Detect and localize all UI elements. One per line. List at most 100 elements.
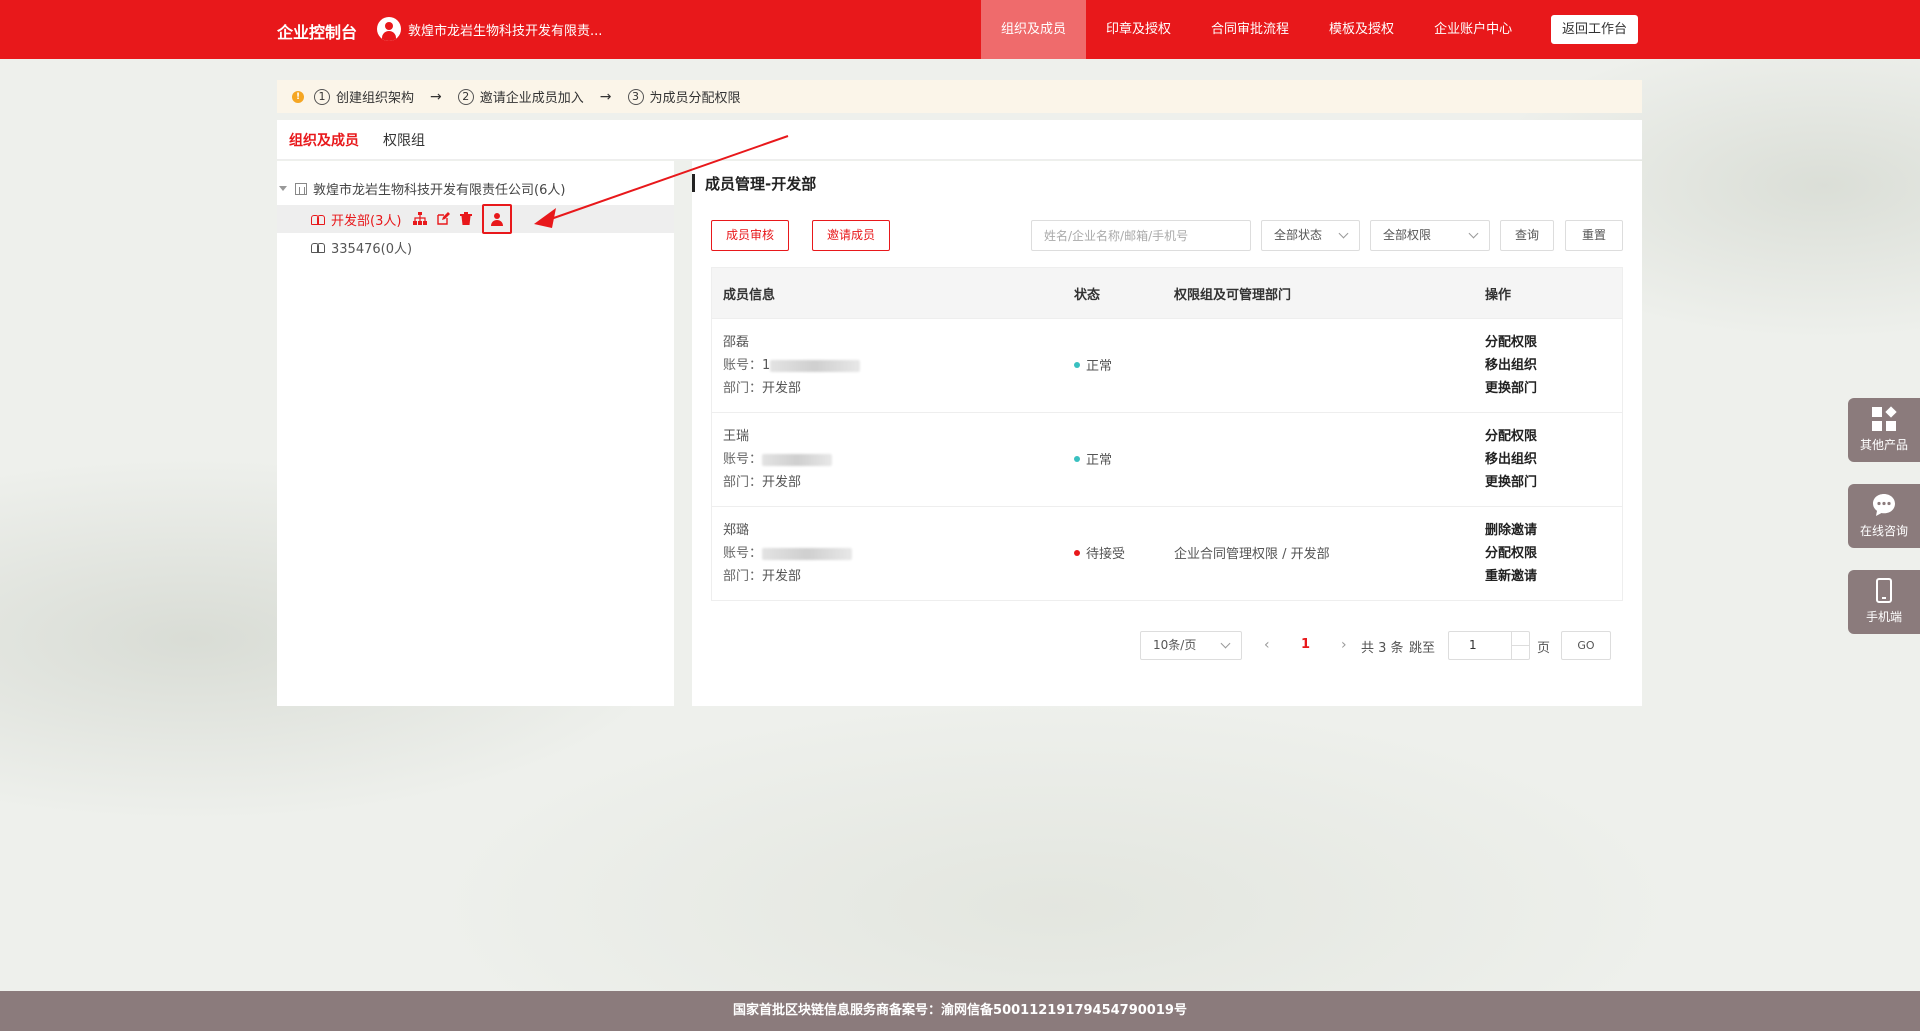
org-structure-icon[interactable] — [413, 212, 428, 226]
chat-bubble-icon — [1871, 492, 1897, 518]
next-page-icon[interactable]: › — [1341, 637, 1347, 653]
reset-button[interactable]: 重置 — [1565, 220, 1623, 251]
member-management-panel: 成员管理-开发部 成员审核 邀请成员 全部状态 全部权限 查询 重置 成员信息 … — [692, 161, 1642, 706]
table-row: 王瑞 账号： 部门：开发部 正常 分配权限 移出组织 更换部门 — [712, 412, 1622, 506]
status-dot — [1074, 455, 1080, 462]
change-dept-link[interactable]: 更换部门 — [1485, 471, 1537, 494]
dept-label: 部门： — [723, 475, 763, 490]
remove-from-org-link[interactable]: 移出组织 — [1485, 354, 1537, 377]
redacted-account — [770, 359, 861, 372]
member-info: 邵磊 账号：1 部门：开发部 — [723, 331, 861, 400]
tree-root-node[interactable]: 敦煌市龙岩生物科技开发有限责任公司(6人) — [279, 179, 565, 198]
actions-cell: 删除邀请 分配权限 重新邀请 — [1485, 519, 1537, 588]
account-label: 账号： — [723, 546, 763, 561]
nav-org-members[interactable]: 组织及成员 — [981, 0, 1087, 59]
node-tools — [413, 204, 521, 234]
dept-value: 开发部 — [762, 569, 802, 584]
assign-permission-link[interactable]: 分配权限 — [1485, 331, 1537, 354]
nav-account-center[interactable]: 企业账户中心 — [1414, 0, 1532, 59]
tree-node-label: 335476(0人) — [331, 241, 413, 257]
status-cell: 正常 — [1074, 355, 1112, 374]
org-tree-panel: 敦煌市龙岩生物科技开发有限责任公司(6人) 开发部(3人) 335476(0人) — [277, 161, 674, 706]
page-size-value: 10条/页 — [1153, 638, 1197, 652]
title-bar — [692, 174, 695, 192]
side-other-products[interactable]: 其他产品 — [1848, 398, 1920, 462]
total-count: 共 3 条 — [1361, 641, 1404, 656]
info-icon: ! — [292, 90, 304, 103]
chevron-down-icon — [1468, 228, 1479, 239]
member-name: 邵磊 — [723, 335, 750, 350]
member-table: 成员信息 状态 权限组及可管理部门 操作 邵磊 账号：1 部门：开发部 正常 分… — [711, 267, 1623, 601]
top-bar: 企业控制台 敦煌市龙岩生物科技开发有限责... 组织及成员 印章及授权 合同审批… — [0, 0, 1920, 59]
user-avatar-icon — [377, 17, 401, 41]
side-mobile[interactable]: 手机端 — [1848, 570, 1920, 634]
status-dot — [1074, 361, 1080, 368]
trash-icon[interactable] — [459, 212, 473, 226]
go-button[interactable]: GO — [1561, 631, 1611, 660]
sub-tabs: 组织及成员 权限组 — [277, 120, 1642, 160]
status-text: 正常 — [1086, 453, 1113, 468]
back-to-workbench-button[interactable]: 返回工作台 — [1551, 15, 1639, 44]
assign-permission-link[interactable]: 分配权限 — [1485, 542, 1537, 565]
status-text: 待接受 — [1086, 547, 1126, 562]
search-input[interactable] — [1031, 220, 1251, 251]
status-select[interactable]: 全部状态 — [1261, 220, 1360, 251]
step-2: 2 邀请企业成员加入 — [457, 87, 584, 106]
edit-icon[interactable] — [436, 212, 450, 226]
member-name: 王瑞 — [723, 429, 750, 444]
step-3: 3 为成员分配权限 — [627, 87, 741, 106]
add-member-icon[interactable] — [482, 204, 513, 234]
nav-contract-approval[interactable]: 合同审批流程 — [1191, 0, 1309, 59]
page-number-current[interactable]: 1 — [1301, 637, 1310, 652]
step-label: 创建组织架构 — [336, 91, 415, 106]
company-switcher[interactable]: 敦煌市龙岩生物科技开发有限责... — [377, 17, 602, 41]
side-label: 其他产品 — [1859, 438, 1908, 452]
assign-permission-link[interactable]: 分配权限 — [1485, 425, 1537, 448]
jump-page-input[interactable]: 1 — [1448, 631, 1530, 660]
header-actions: 操作 — [1485, 288, 1512, 303]
query-button[interactable]: 查询 — [1500, 220, 1554, 251]
caret-down-icon[interactable] — [279, 186, 287, 191]
tree-node-label: 开发部(3人) — [331, 213, 402, 229]
side-label: 在线咨询 — [1859, 524, 1908, 538]
header-member-info: 成员信息 — [723, 288, 776, 303]
prev-page-icon[interactable]: ‹ — [1264, 637, 1270, 653]
stepper-icon[interactable] — [1511, 632, 1530, 659]
nav-template-auth[interactable]: 模板及授权 — [1309, 0, 1414, 59]
delete-invite-link[interactable]: 删除邀请 — [1485, 519, 1537, 542]
permission-cell: 企业合同管理权限 / 开发部 — [1174, 547, 1330, 562]
nav-seal-auth[interactable]: 印章及授权 — [1086, 0, 1191, 59]
member-account: 账号： — [723, 542, 853, 565]
account-label: 账号： — [723, 358, 763, 373]
redacted-account — [762, 547, 853, 560]
page-size-select[interactable]: 10条/页 — [1140, 631, 1242, 660]
panel-title: 成员管理-开发部 — [705, 174, 817, 193]
permission-select-value: 全部权限 — [1383, 228, 1432, 242]
setup-steps: ! 1 创建组织架构 → 2 邀请企业成员加入 → 3 为成员分配权限 — [277, 80, 1642, 113]
tree-node-335476[interactable]: 335476(0人) — [277, 233, 674, 261]
header-permission: 权限组及可管理部门 — [1174, 288, 1292, 303]
tree-node-dev-dept[interactable]: 开发部(3人) — [277, 204, 674, 234]
footer-record: 国家首批区块链信息服务商备案号：渝网信备50011219179454790019… — [0, 991, 1920, 1031]
table-row: 郑璐 账号： 部门：开发部 待接受 企业合同管理权限 / 开发部 删除邀请 分配… — [712, 506, 1622, 600]
status-dot — [1074, 549, 1080, 556]
member-info: 郑璐 账号： 部门：开发部 — [723, 519, 853, 588]
member-dept: 部门：开发部 — [723, 471, 832, 494]
member-info: 王瑞 账号： 部门：开发部 — [723, 425, 833, 494]
invite-member-button[interactable]: 邀请成员 — [812, 220, 891, 251]
change-dept-link[interactable]: 更换部门 — [1485, 377, 1537, 400]
step-label: 邀请企业成员加入 — [479, 91, 584, 106]
status-cell: 正常 — [1074, 449, 1112, 468]
remove-from-org-link[interactable]: 移出组织 — [1485, 448, 1537, 471]
tab-org-members[interactable]: 组织及成员 — [289, 130, 359, 150]
jump-label: 跳至 — [1409, 641, 1436, 656]
side-online-consult[interactable]: 在线咨询 — [1848, 484, 1920, 548]
reinvite-link[interactable]: 重新邀请 — [1485, 565, 1537, 588]
jump-page-value: 1 — [1469, 638, 1477, 652]
tab-permission-groups[interactable]: 权限组 — [383, 130, 425, 150]
member-review-button[interactable]: 成员审核 — [711, 220, 790, 251]
group-icon — [311, 242, 325, 253]
step-label: 为成员分配权限 — [649, 91, 741, 106]
permission-select[interactable]: 全部权限 — [1370, 220, 1490, 251]
member-dept: 部门：开发部 — [723, 565, 852, 588]
